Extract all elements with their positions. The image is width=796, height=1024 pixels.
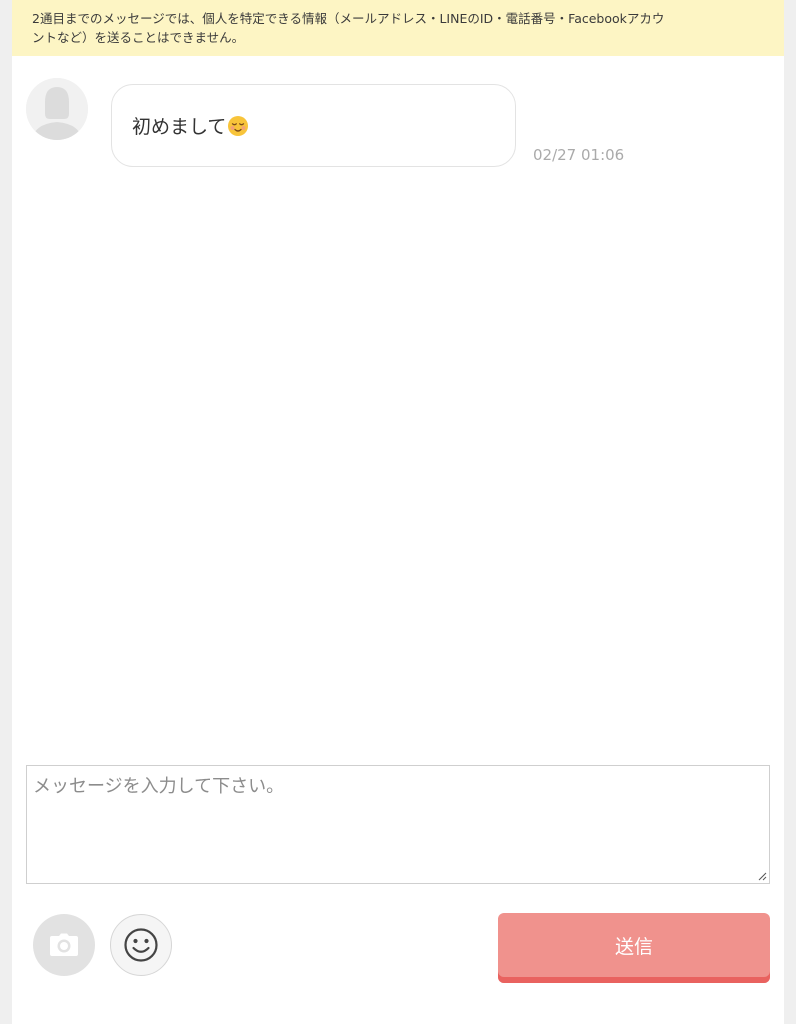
relieved-smiling-face-icon bbox=[228, 115, 249, 136]
camera-button[interactable] bbox=[33, 914, 95, 976]
chat-page: 2通目までのメッセージでは、個人を特定できる情報（メールアドレス・LINEのID… bbox=[12, 0, 784, 1024]
notice-line-2: ントなど）を送ることはできません。 bbox=[32, 30, 245, 45]
notice-line-1: 2通目までのメッセージでは、個人を特定できる情報（メールアドレス・LINEのID… bbox=[32, 11, 665, 26]
message-bubble: 初めまして bbox=[111, 84, 516, 167]
message-timestamp: 02/27 01:06 bbox=[533, 146, 625, 164]
resize-handle-icon[interactable] bbox=[757, 871, 767, 881]
message-text: 初めまして bbox=[132, 116, 227, 138]
send-button[interactable]: 送信 bbox=[498, 913, 770, 983]
camera-icon bbox=[50, 933, 78, 956]
message-input[interactable] bbox=[27, 766, 769, 883]
default-user-icon bbox=[26, 78, 88, 140]
message-input-box bbox=[26, 765, 770, 884]
message-row: 初めまして 02/27 01:06 bbox=[12, 78, 784, 178]
emoji-button[interactable] bbox=[110, 914, 172, 976]
privacy-notice-banner: 2通目までのメッセージでは、個人を特定できる情報（メールアドレス・LINEのID… bbox=[12, 0, 784, 56]
smiley-face-icon bbox=[124, 928, 158, 962]
avatar[interactable] bbox=[26, 78, 88, 140]
